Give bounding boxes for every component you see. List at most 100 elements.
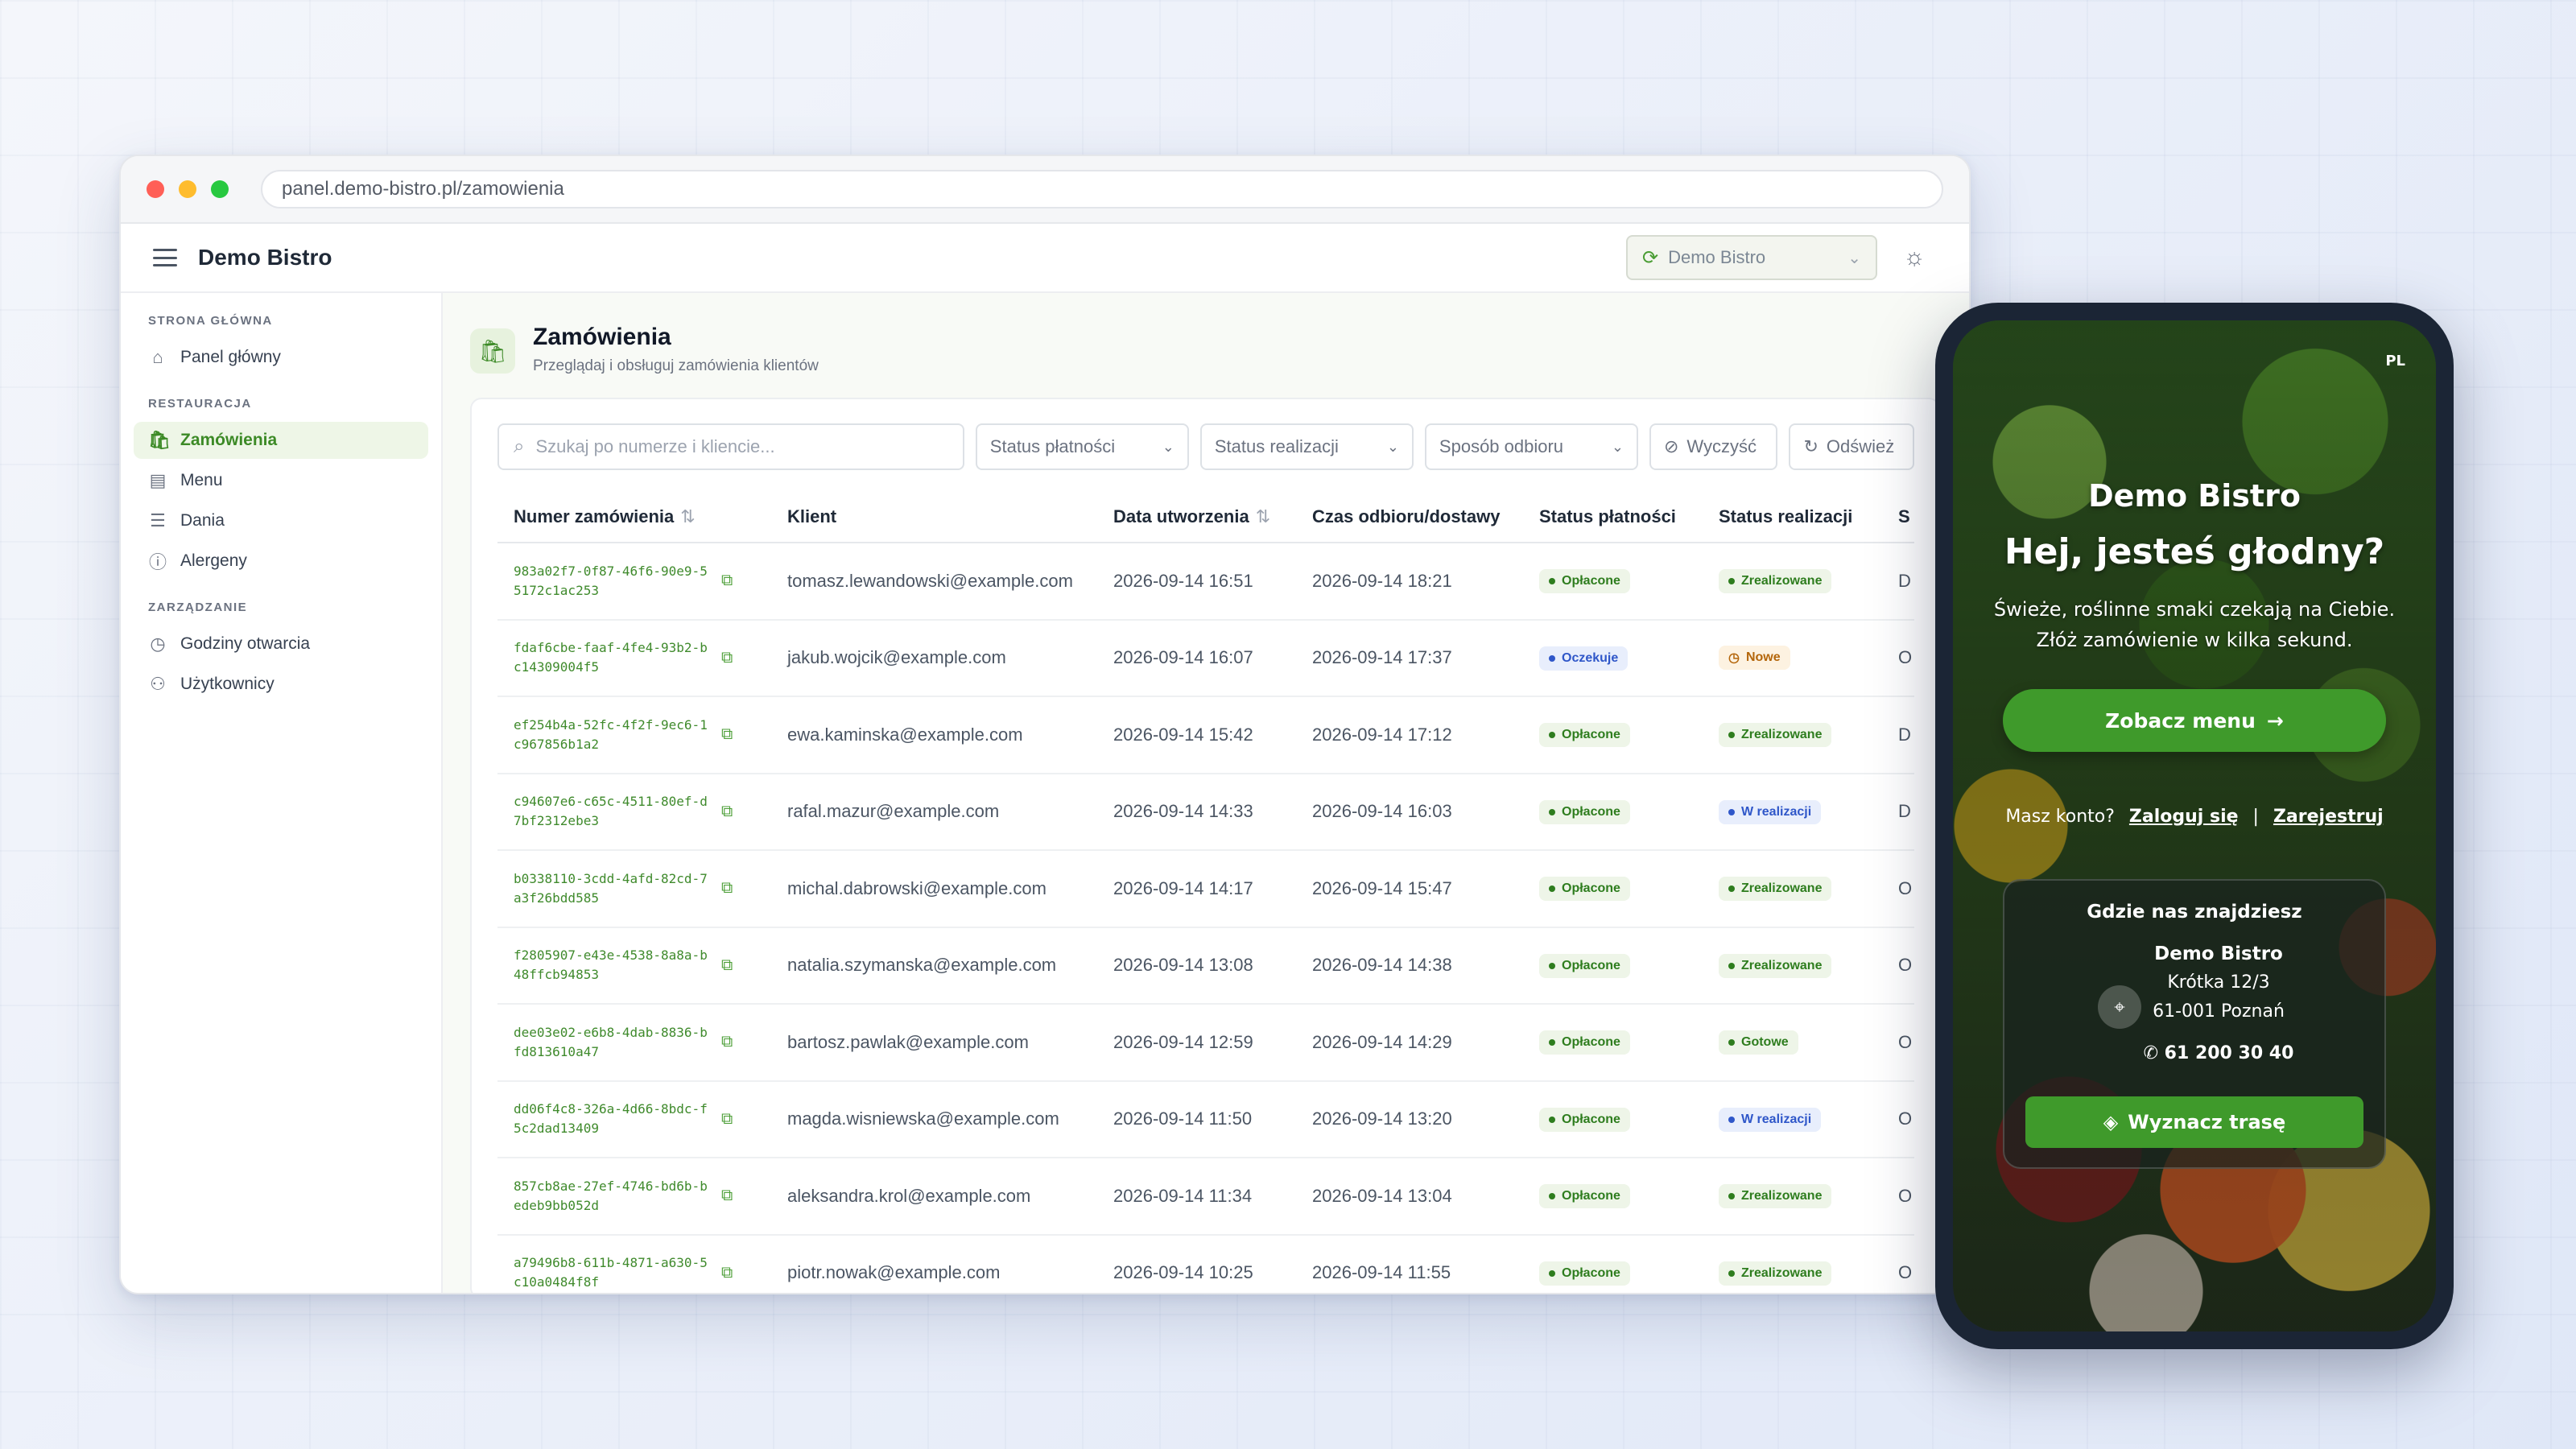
refresh-button[interactable]: ↻ Odśwież [1789,423,1914,470]
location-city: 61-001 Poznań [2153,1001,2285,1022]
close-dot[interactable] [147,180,164,198]
badge-label: Gotowe [1741,1035,1789,1050]
language-switch[interactable]: PL [2385,353,2405,369]
table-row[interactable]: 857cb8ae-27ef-4746-bd6b-bedeb9bb052d ⧉ al… [497,1158,1914,1236]
login-link[interactable]: Zaloguj się [2129,807,2239,827]
status-dot [1549,808,1555,815]
status-dot [1549,578,1555,585]
table-row[interactable]: dd06f4c8-326a-4d66-8bdc-f5c2dad13409 ⧉ ma… [497,1080,1914,1158]
copy-icon[interactable]: ⧉ [721,725,733,744]
route-button[interactable]: ◈ Wyznacz trasę [2025,1096,2363,1148]
table-row[interactable]: fdaf6cbe-faaf-4fe4-93b2-bc14309004f5 ⧉ ja… [497,619,1914,697]
register-link[interactable]: Zarejestruj [2273,807,2384,827]
order-id[interactable]: b0338110-3cdd-4afd-82cd-7a3f26bdd585 [514,869,710,908]
table-row[interactable]: f2805907-e43e-4538-8a8a-b48ffcb94853 ⧉ na… [497,927,1914,1005]
copy-icon[interactable]: ⧉ [721,1264,733,1282]
client-cell: piotr.nowak@example.com [771,1234,1097,1293]
payment-status-cell: Opłacone [1523,927,1703,1005]
sidebar-item-users[interactable]: ⚇ Użytkownicy [134,666,428,703]
map-pin-icon: ⌖ [2098,985,2141,1029]
payment-status-badge: Opłacone [1539,1261,1630,1286]
sidebar-item-allergens[interactable]: ⓘ Alergeny [134,543,428,580]
badge-label: Zrealizowane [1741,1189,1823,1203]
orders-table-body: 983a02f7-0f87-46f6-90e9-55172c1ac253 ⧉ to… [497,543,1914,1293]
sidebar-item-label: Godziny otwarcia [180,634,311,653]
search-placeholder: Szukaj po numerze i kliencie... [535,436,775,456]
sidebar-item-menu[interactable]: ▤ Menu [134,462,428,499]
orders-table: Numer zamówienia ⇅ Klient Data utworzenia… [497,491,1914,1293]
fulfillment-status-select[interactable]: Status realizacji ⌄ [1199,423,1414,470]
hero-title: Hej, jesteś głodny? [2004,531,2385,572]
minimize-dot[interactable] [179,180,196,198]
copy-icon[interactable]: ⧉ [721,649,733,667]
sidebar-item-dashboard[interactable]: ⌂ Panel główny [134,339,428,376]
maximize-dot[interactable] [211,180,229,198]
order-id[interactable]: ef254b4a-52fc-4f2f-9ec6-1c967856b1a2 [514,716,710,754]
table-row[interactable]: a79496b8-611b-4871-a630-5c10a0484f8f ⧉ pi… [497,1234,1914,1293]
sidebar-section-title: ZARZĄDZANIE [148,601,248,614]
order-number-cell: f2805907-e43e-4538-8a8a-b48ffcb94853 ⧉ [497,927,771,1005]
view-menu-button[interactable]: Zobacz menu → [2003,689,2386,752]
sort-icon[interactable]: ⇅ [680,506,695,526]
clear-filters-button[interactable]: ⊘ Wyczyść [1649,423,1778,470]
order-id[interactable]: 857cb8ae-27ef-4746-bd6b-bedeb9bb052d [514,1177,710,1216]
sort-icon[interactable]: ⇅ [1256,506,1270,526]
alert-icon: ⓘ [148,552,167,572]
created-cell: 2026-09-14 12:59 [1097,1004,1296,1082]
status-dot [1549,1193,1555,1200]
phone-mockup: PL Demo Bistro Hej, jesteś głodny? Śwież… [1935,303,2454,1349]
address-bar[interactable]: panel.demo-bistro.pl/zamowienia [261,170,1943,208]
order-id[interactable]: fdaf6cbe-faaf-4fe4-93b2-bc14309004f5 [514,638,710,677]
button-label: Wyczyść [1686,436,1757,456]
table-row[interactable]: b0338110-3cdd-4afd-82cd-7a3f26bdd585 ⧉ mi… [497,850,1914,928]
menu-icon[interactable] [153,249,177,266]
select-label: Status realizacji [1214,436,1339,456]
payment-status-cell: Oczekuje [1523,619,1703,697]
sidebar-item-opening-hours[interactable]: ◷ Godziny otwarcia [134,625,428,663]
table-header-row: Numer zamówienia ⇅ Klient Data utworzenia… [497,491,1914,543]
column-order-number[interactable]: Numer zamówienia ⇅ [497,491,771,543]
pickup-method-select[interactable]: Sposób odbioru ⌄ [1424,423,1638,470]
sidebar-item-dishes[interactable]: ☰ Dania [134,502,428,539]
venue-selector[interactable]: ⟳ Demo Bistro ⌄ [1626,235,1877,280]
order-id[interactable]: dee03e02-e6b8-4dab-8836-bfd813610a47 [514,1023,710,1062]
copy-icon[interactable]: ⧉ [721,1187,733,1205]
copy-icon[interactable]: ⧉ [721,956,733,975]
table-row[interactable]: c94607e6-c65c-4511-80ef-d7bf2312ebe3 ⧉ ra… [497,773,1914,851]
copy-icon[interactable]: ⧉ [721,1110,733,1129]
table-row[interactable]: dee03e02-e6b8-4dab-8836-bfd813610a47 ⧉ ba… [497,1004,1914,1082]
location-card: Gdzie nas znajdziesz Demo Bistro Krótka … [2003,879,2386,1169]
status-dot [1728,1193,1735,1200]
order-id[interactable]: a79496b8-611b-4871-a630-5c10a0484f8f [514,1253,710,1292]
sidebar-item-orders[interactable]: 🛍 Zamówienia [134,422,428,459]
order-id[interactable]: dd06f4c8-326a-4d66-8bdc-f5c2dad13409 [514,1100,710,1138]
sun-icon[interactable]: ☼ [1892,235,1937,280]
column-created[interactable]: Data utworzenia ⇅ [1097,491,1296,543]
column-payment-status: Status płatności [1523,491,1703,543]
bag-icon: 🛍 [470,328,515,374]
badge-label: Opłacone [1562,1265,1620,1280]
badge-label: Zrealizowane [1741,1265,1823,1280]
clock-icon: ◷ [1728,651,1740,666]
table-row[interactable]: ef254b4a-52fc-4f2f-9ec6-1c967856b1a2 ⧉ ew… [497,696,1914,774]
status-dot [1728,732,1735,739]
order-number-cell: dee03e02-e6b8-4dab-8836-bfd813610a47 ⧉ [497,1004,771,1082]
hero-subtitle-line: Złóż zamówienie w kilka sekund. [2036,629,2353,651]
location-phone[interactable]: ✆ 61 200 30 40 [2004,1043,2384,1063]
order-id[interactable]: 983a02f7-0f87-46f6-90e9-55172c1ac253 [514,562,710,601]
filter-off-icon: ⊘ [1663,436,1679,456]
copy-icon[interactable]: ⧉ [721,879,733,898]
copy-icon[interactable]: ⧉ [721,572,733,590]
column-fulfillment-status: Status realizacji [1703,491,1882,543]
sidebar-item-label: Alergeny [180,551,247,570]
copy-icon[interactable]: ⧉ [721,1033,733,1051]
order-id[interactable]: c94607e6-c65c-4511-80ef-d7bf2312ebe3 [514,792,710,831]
copy-icon[interactable]: ⧉ [721,803,733,821]
table-row[interactable]: 983a02f7-0f87-46f6-90e9-55172c1ac253 ⧉ to… [497,543,1914,621]
search-input[interactable]: ⌕ Szukaj po numerze i kliencie... [497,423,964,470]
order-id[interactable]: f2805907-e43e-4538-8a8a-b48ffcb94853 [514,946,710,985]
fulfillment-status-cell: W realizacji [1703,1080,1882,1158]
order-number-cell: fdaf6cbe-faaf-4fe4-93b2-bc14309004f5 ⧉ [497,619,771,697]
hero-subtitle-line: Świeże, roślinne smaki czekają na Ciebie… [1993,598,2396,621]
payment-status-select[interactable]: Status płatności ⌄ [975,423,1189,470]
